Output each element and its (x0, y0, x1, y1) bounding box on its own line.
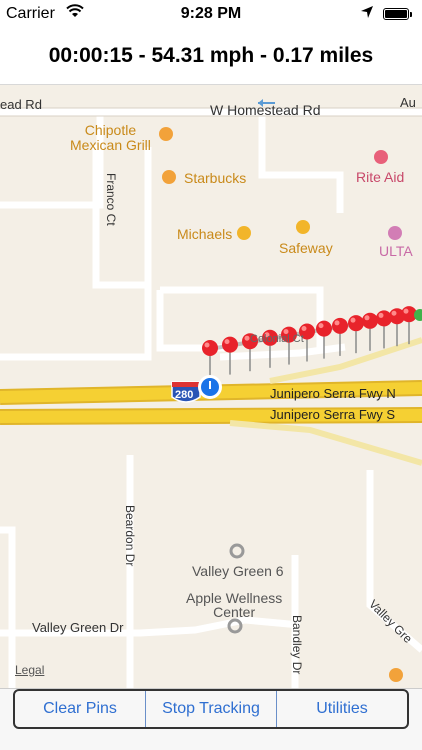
clear-pins-button[interactable]: Clear Pins (15, 691, 146, 727)
legal-link[interactable]: Legal (15, 663, 44, 677)
map-view[interactable]: ead Rd W Homestead Rd Au Chipotle Mexica… (0, 85, 422, 688)
stop-tracking-button[interactable]: Stop Tracking (146, 691, 277, 727)
poi-chipotle[interactable]: Chipotle Mexican Grill (70, 123, 151, 153)
poi-rite-aid[interactable]: Rite Aid (356, 169, 404, 185)
battery-icon (383, 8, 409, 20)
road-homestead-left: ead Rd (0, 97, 42, 112)
battery-tip (410, 12, 412, 17)
tracking-pins (202, 306, 417, 378)
road-fwy-south: Junipero Serra Fwy S (270, 407, 395, 422)
road-homestead: W Homestead Rd (210, 102, 321, 118)
safeway-icon (296, 220, 310, 234)
poi-ulta[interactable]: ULTA (379, 243, 413, 259)
valley-green-6-icon (229, 543, 245, 559)
tracking-stats: 00:00:15 - 54.31 mph - 0.17 miles (48, 44, 374, 67)
status-time: 9:28 PM (180, 5, 242, 22)
poi-valley-green-6[interactable]: Valley Green 6 (192, 563, 284, 579)
status-bar: Carrier 9:28 PM (0, 0, 422, 30)
poi-starbucks[interactable]: Starbucks (184, 170, 246, 186)
road-homestead-right: Au (400, 95, 416, 110)
food-icon (389, 668, 403, 682)
tracking-pin[interactable] (348, 315, 364, 354)
road-beardon: Beardon Dr (123, 505, 137, 567)
road-bandley: Bandley Dr (290, 615, 304, 675)
poi-safeway[interactable]: Safeway (279, 240, 333, 256)
road-franco: Franco Ct (104, 173, 118, 226)
road-valley-green: Valley Green Dr (32, 620, 124, 635)
rite-aid-icon (374, 150, 388, 164)
utilities-button[interactable]: Utilities (277, 691, 407, 727)
bottom-toolbar: Clear Pins Stop Tracking Utilities (0, 688, 422, 750)
ulta-icon (388, 226, 402, 240)
road-colonial: Colonial Ct (250, 333, 304, 345)
chipotle-icon (159, 127, 173, 141)
action-segmented-control: Clear Pins Stop Tracking Utilities (13, 689, 409, 729)
poi-michaels[interactable]: Michaels (177, 226, 232, 242)
michaels-icon (237, 226, 251, 240)
tracking-header: 00:00:15 - 54.31 mph - 0.17 miles (0, 30, 422, 85)
interstate-label: 280 (175, 389, 194, 401)
location-arrow-icon (360, 5, 374, 24)
poi-apple-wellness[interactable]: Apple Wellness Center (186, 591, 282, 619)
starbucks-icon (162, 170, 176, 184)
tracking-pin[interactable] (202, 340, 218, 378)
tracking-pin[interactable] (362, 312, 378, 351)
tracking-pin[interactable] (401, 306, 417, 345)
road-fwy-north: Junipero Serra Fwy N (270, 386, 396, 401)
